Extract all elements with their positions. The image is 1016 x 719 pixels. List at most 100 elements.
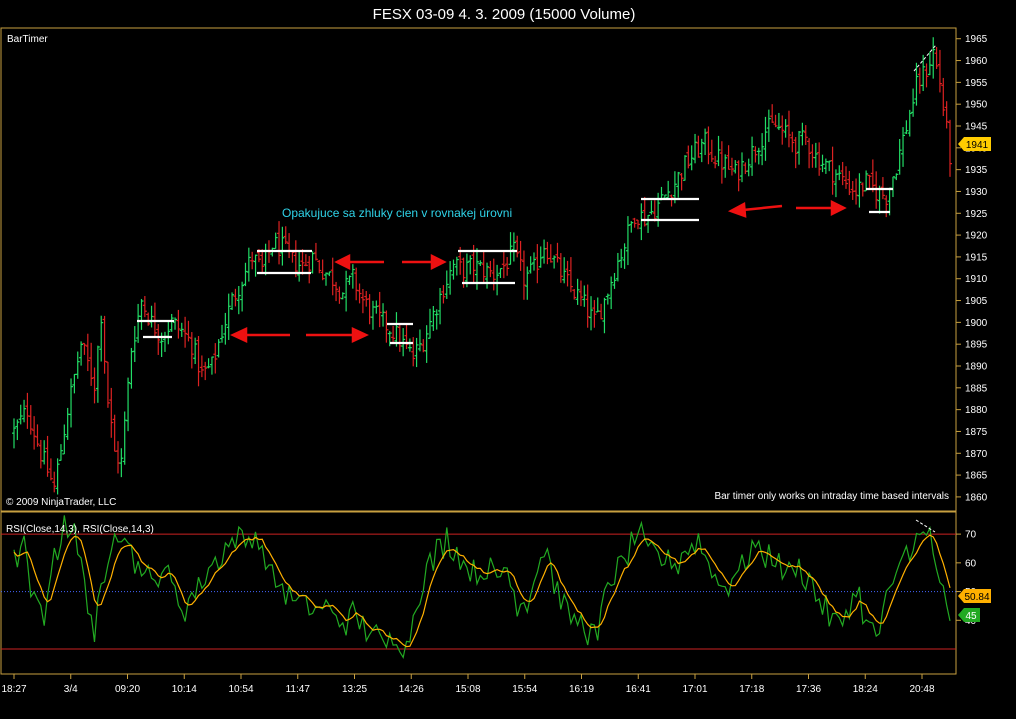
time-tick-label: 20:48 — [909, 684, 934, 695]
price-bar — [327, 271, 332, 277]
red-arrows — [230, 199, 847, 343]
price-bar — [18, 404, 23, 425]
price-bar — [813, 142, 818, 168]
price-tick-label: 1860 — [965, 492, 988, 503]
price-bar — [682, 155, 687, 181]
price-bar — [505, 257, 510, 276]
price-bar — [95, 345, 100, 403]
price-bar — [652, 200, 657, 222]
price-bar — [15, 419, 20, 441]
price-bar — [625, 216, 630, 266]
price-bar — [384, 310, 389, 343]
price-bar — [176, 309, 181, 339]
price-bar — [303, 254, 308, 267]
price-bar — [629, 221, 634, 233]
price-bar — [723, 154, 728, 178]
price-bar — [213, 343, 218, 374]
price-bar — [307, 256, 312, 284]
price-bar — [921, 54, 926, 91]
price-bar — [548, 244, 553, 263]
time-tick-label: 17:36 — [796, 684, 821, 695]
chart-title: FESX 03-09 4. 3. 2009 (15000 Volume) — [373, 6, 636, 23]
price-tick-label: 1895 — [965, 340, 988, 351]
price-bar — [330, 257, 335, 296]
price-bar — [740, 152, 744, 183]
price-bar — [562, 257, 567, 284]
price-bar — [776, 112, 781, 131]
price-bar — [397, 324, 402, 352]
price-bar — [48, 458, 53, 481]
price-bar — [354, 267, 359, 301]
price-bar — [817, 142, 822, 176]
price-bar — [45, 435, 50, 477]
price-bar — [253, 254, 258, 277]
price-bar — [193, 337, 198, 365]
cluster-boxes — [137, 187, 893, 345]
price-bar — [434, 309, 439, 330]
price-bar — [367, 294, 372, 325]
rsi-last-value: 50.84 — [964, 592, 989, 603]
price-bar — [944, 101, 949, 129]
price-bar — [122, 411, 127, 465]
price-bar — [669, 194, 674, 207]
price-bar — [313, 242, 318, 261]
price-bar — [837, 165, 842, 181]
price-bar — [444, 270, 449, 299]
time-tick-label: 14:26 — [399, 684, 424, 695]
price-bar — [931, 37, 936, 79]
price-tick-label: 1865 — [965, 471, 988, 482]
price-bar — [592, 300, 597, 328]
time-tick-label: 17:18 — [739, 684, 764, 695]
price-bar — [407, 338, 412, 352]
price-bar — [109, 387, 114, 438]
time-tick-label: 10:54 — [228, 684, 253, 695]
price-bar — [89, 342, 94, 386]
price-bar — [374, 300, 379, 314]
arrow-head-left — [334, 253, 351, 271]
rsi-y-axis: 40506070 — [1, 530, 977, 650]
price-tick-label: 1920 — [965, 231, 988, 242]
price-bar — [62, 424, 67, 455]
price-bar — [578, 280, 583, 307]
time-tick-label: 15:54 — [512, 684, 537, 695]
price-bar — [102, 315, 107, 374]
price-bar — [689, 145, 694, 171]
bartimer-label: BarTimer — [7, 34, 48, 45]
price-bar — [766, 109, 771, 142]
price-bar — [69, 378, 74, 428]
price-bar — [12, 418, 16, 449]
price-bar — [602, 297, 607, 334]
price-bar — [139, 298, 144, 330]
price-bar — [867, 174, 872, 190]
price-bar — [273, 232, 278, 250]
price-bar — [850, 180, 855, 200]
price-bar — [706, 126, 711, 165]
price-tick-label: 1890 — [965, 362, 988, 373]
price-tick-label: 1945 — [965, 122, 988, 133]
price-bar — [746, 158, 751, 177]
price-tick-label: 1905 — [965, 296, 988, 307]
price-bar — [565, 260, 570, 287]
price-bar — [589, 296, 594, 331]
price-bar — [532, 252, 536, 271]
price-tick-label: 1930 — [965, 187, 988, 198]
price-bar — [897, 138, 902, 175]
price-bar — [112, 414, 117, 452]
price-bar — [263, 243, 268, 276]
chart-canvas: FESX 03-09 4. 3. 2009 (15000 Volume) 186… — [0, 6, 991, 695]
price-bar — [85, 333, 90, 372]
rsi-trend-dash — [915, 519, 936, 533]
price-bar — [763, 116, 768, 161]
price-bar — [42, 440, 47, 465]
price-bar — [233, 288, 238, 307]
arrow-line — [742, 204, 783, 212]
rsi-avg-value: 45 — [965, 611, 977, 622]
price-bar — [646, 214, 651, 233]
price-bar — [35, 424, 40, 447]
rsi-avg-tag: 45 — [958, 608, 980, 622]
price-bar — [686, 145, 691, 169]
price-bar — [105, 361, 110, 408]
price-bar — [884, 195, 889, 218]
price-bar — [119, 448, 124, 478]
price-panel-frame — [0, 27, 957, 512]
